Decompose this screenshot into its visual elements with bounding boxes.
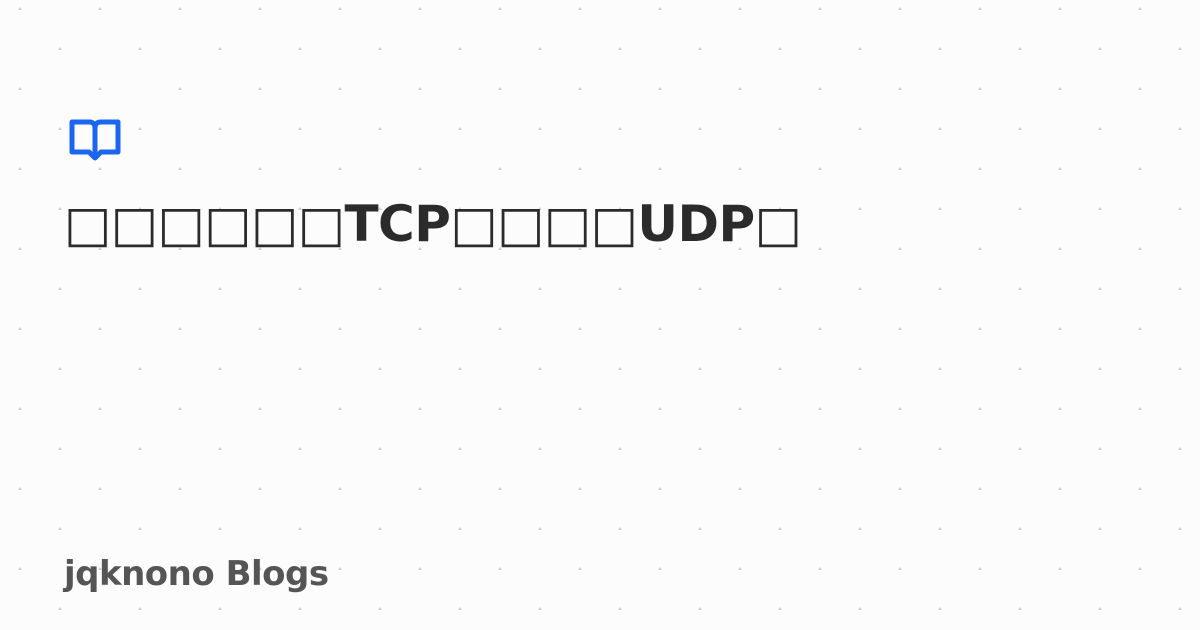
open-book-icon: [68, 118, 122, 162]
dotted-background: [0, 0, 1196, 628]
post-title: □□□□□□TCP□□□□UDP□: [64, 195, 802, 253]
site-name[interactable]: jqknono Blogs: [64, 552, 329, 596]
